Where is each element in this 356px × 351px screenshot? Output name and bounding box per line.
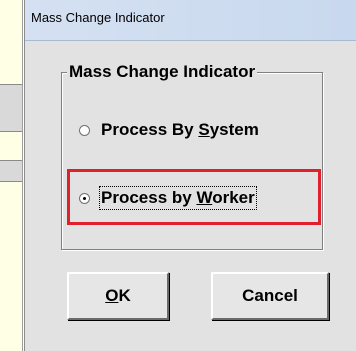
background-band <box>0 160 22 182</box>
cancel-button[interactable]: Cancel <box>211 272 329 320</box>
radio-process-by-system[interactable]: Process By System <box>79 120 259 140</box>
radio-button-unchecked[interactable] <box>79 124 90 136</box>
groupbox-legend: Mass Change Indicator <box>67 62 258 82</box>
background-window-strip <box>0 0 23 351</box>
window-title: Mass Change Indicator <box>31 10 165 25</box>
title-bar[interactable]: Mass Change Indicator <box>25 0 356 41</box>
ok-button-label: OK <box>105 286 131 305</box>
radio-label-process-by-worker: Process by Worker <box>99 186 257 210</box>
cancel-button-label: Cancel <box>242 286 298 305</box>
mass-change-groupbox <box>61 72 323 250</box>
mass-change-dialog: Mass Change Indicator Mass Change Indica… <box>24 0 356 351</box>
background-band <box>0 84 22 132</box>
ok-button[interactable]: OK <box>67 272 169 320</box>
radio-process-by-worker[interactable]: Process by Worker <box>79 186 257 210</box>
radio-button-checked[interactable] <box>79 192 90 204</box>
radio-label-process-by-system: Process By System <box>101 120 259 139</box>
